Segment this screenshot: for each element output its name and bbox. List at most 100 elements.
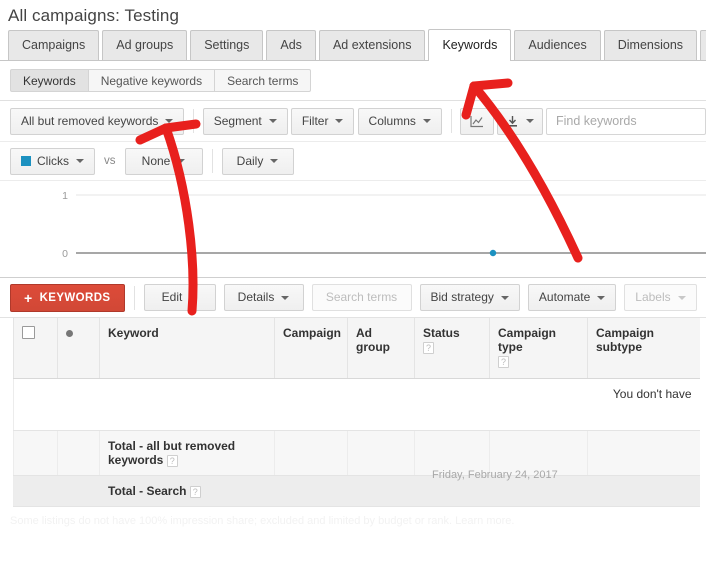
automate-label: Automate: [538, 290, 591, 304]
column-header-status[interactable]: Status ?: [414, 318, 490, 379]
secondary-metric-dropdown[interactable]: None: [124, 147, 203, 175]
tab-ads[interactable]: Ads: [266, 30, 316, 60]
bid-strategy-dropdown[interactable]: Bid strategy: [419, 284, 520, 311]
status-dot-icon: [66, 330, 73, 337]
add-keywords-label: KEYWORDS: [39, 291, 111, 304]
line-chart-glyph: [470, 115, 484, 127]
keywords-table: Keyword Campaign Ad group Status ? Campa…: [13, 318, 700, 507]
granularity-label: Daily: [236, 153, 264, 168]
total-row-spacer: [57, 430, 100, 476]
primary-tab-strip: Campaigns Ad groups Settings Ads Ad exte…: [0, 29, 706, 61]
tab-campaigns[interactable]: Campaigns: [8, 30, 100, 60]
edit-dropdown[interactable]: Edit: [143, 284, 216, 311]
edit-label: Edit: [161, 290, 183, 304]
chart-data-point: [489, 249, 497, 257]
search-terms-label: Search terms: [325, 290, 398, 304]
select-all-checkbox-cell[interactable]: [13, 318, 58, 379]
sub-tab-strip: Keywords Negative keywords Search terms: [0, 61, 706, 101]
select-all-checkbox[interactable]: [22, 326, 35, 339]
primary-metric-dropdown[interactable]: Clicks: [10, 147, 95, 175]
table-header-row: Keyword Campaign Ad group Status ? Campa…: [13, 318, 700, 379]
column-header-keyword[interactable]: Keyword: [99, 318, 275, 379]
total-search-label-cell: Total - Search ?: [99, 475, 275, 507]
automate-dropdown[interactable]: Automate: [527, 284, 617, 311]
total-row-cell: [347, 430, 415, 476]
table-row-total-all-but-removed: Total - all but removed keywords ?: [13, 430, 700, 476]
chart-canvas: 1 0: [62, 190, 706, 260]
chevron-down-icon[interactable]: ▼: [700, 30, 706, 60]
tab-settings[interactable]: Settings: [190, 30, 264, 60]
chevron-down-icon: [165, 119, 174, 123]
line-chart-icon[interactable]: [460, 107, 495, 135]
status-filter-dropdown[interactable]: All but removed keywords: [10, 107, 185, 135]
table-row-total-search: Total - Search ?: [13, 475, 700, 507]
granularity-dropdown[interactable]: Daily: [221, 147, 294, 175]
status-filter-label: All but removed keywords: [21, 113, 159, 128]
status-dot-column[interactable]: [57, 318, 100, 379]
column-header-campaign-subtype[interactable]: Campaign subtype: [587, 318, 700, 379]
download-dropdown[interactable]: [496, 107, 543, 135]
y-tick-1: 1: [62, 190, 68, 202]
sub-tab-negative-keywords[interactable]: Negative keywords: [87, 68, 216, 92]
filter-dropdown[interactable]: Filter: [290, 107, 355, 135]
page-title: All campaigns: Testing: [8, 6, 180, 25]
chevron-down-icon: [177, 159, 186, 163]
filter-toolbar: All but removed keywords Segment Filter …: [0, 101, 706, 142]
primary-metric-label: Clicks: [37, 153, 69, 168]
total-row-cell: [587, 475, 700, 507]
chevron-down-icon: [422, 119, 431, 123]
chevron-down-icon: [525, 119, 534, 123]
total-row-spacer: [13, 430, 58, 476]
segment-dropdown[interactable]: Segment: [202, 107, 288, 135]
tab-ad-groups[interactable]: Ad groups: [102, 30, 188, 60]
columns-dropdown[interactable]: Columns: [357, 107, 442, 135]
chevron-down-icon: [268, 119, 277, 123]
chevron-down-icon: [500, 295, 509, 300]
column-header-status-label: Status: [423, 326, 460, 340]
plus-icon: +: [24, 289, 33, 306]
total-search-label: Total - Search: [108, 484, 187, 498]
empty-state-message: You don't have: [13, 378, 700, 431]
divider: [133, 285, 135, 310]
add-keywords-button[interactable]: + KEYWORDS: [10, 283, 125, 312]
search-input[interactable]: [546, 107, 706, 135]
y-tick-0: 0: [62, 248, 68, 260]
download-icon: [507, 115, 517, 127]
total-row-cell: [347, 475, 415, 507]
total-row-cell: [274, 430, 348, 476]
chevron-down-icon: [76, 159, 84, 163]
column-header-campaign[interactable]: Campaign: [274, 318, 348, 379]
total-all-but-removed-label-cell: Total - all but removed keywords ?: [99, 430, 275, 476]
metric-color-swatch: [21, 156, 31, 166]
table-footnote: Some listings do not have 100% impressio…: [10, 515, 515, 527]
column-header-ad-group[interactable]: Ad group: [347, 318, 415, 379]
chevron-down-icon: [597, 295, 606, 300]
search-terms-button: Search terms: [311, 284, 412, 311]
chevron-down-icon: [270, 159, 279, 163]
column-header-campaign-type-label: Campaign type: [498, 326, 557, 354]
tab-audiences[interactable]: Audiences: [514, 30, 601, 60]
details-label: Details: [237, 290, 275, 304]
sub-tab-keywords[interactable]: Keywords: [10, 68, 89, 92]
tab-keywords[interactable]: Keywords: [428, 29, 512, 61]
help-icon[interactable]: ?: [166, 454, 178, 467]
help-icon[interactable]: ?: [423, 341, 434, 354]
total-row-spacer: [57, 475, 100, 507]
bid-strategy-label: Bid strategy: [430, 290, 494, 304]
labels-dropdown: Labels: [624, 284, 697, 311]
sub-tab-search-terms[interactable]: Search terms: [214, 68, 312, 92]
help-icon[interactable]: ?: [498, 355, 509, 368]
total-row-cell: [274, 475, 348, 507]
details-dropdown[interactable]: Details: [223, 284, 304, 311]
divider: [211, 149, 213, 173]
chevron-down-icon: [677, 295, 686, 300]
chevron-down-icon: [281, 295, 290, 300]
columns-label: Columns: [368, 113, 416, 128]
column-header-campaign-type[interactable]: Campaign type ?: [489, 318, 588, 379]
action-toolbar: + KEYWORDS Edit Details Search terms Bid…: [0, 278, 706, 318]
help-icon[interactable]: ?: [189, 485, 201, 498]
metric-selector-bar: Clicks vs None Daily: [0, 142, 706, 181]
tab-ad-extensions[interactable]: Ad extensions: [318, 30, 426, 60]
tab-dimensions[interactable]: Dimensions: [603, 30, 698, 60]
labels-label: Labels: [635, 290, 671, 304]
